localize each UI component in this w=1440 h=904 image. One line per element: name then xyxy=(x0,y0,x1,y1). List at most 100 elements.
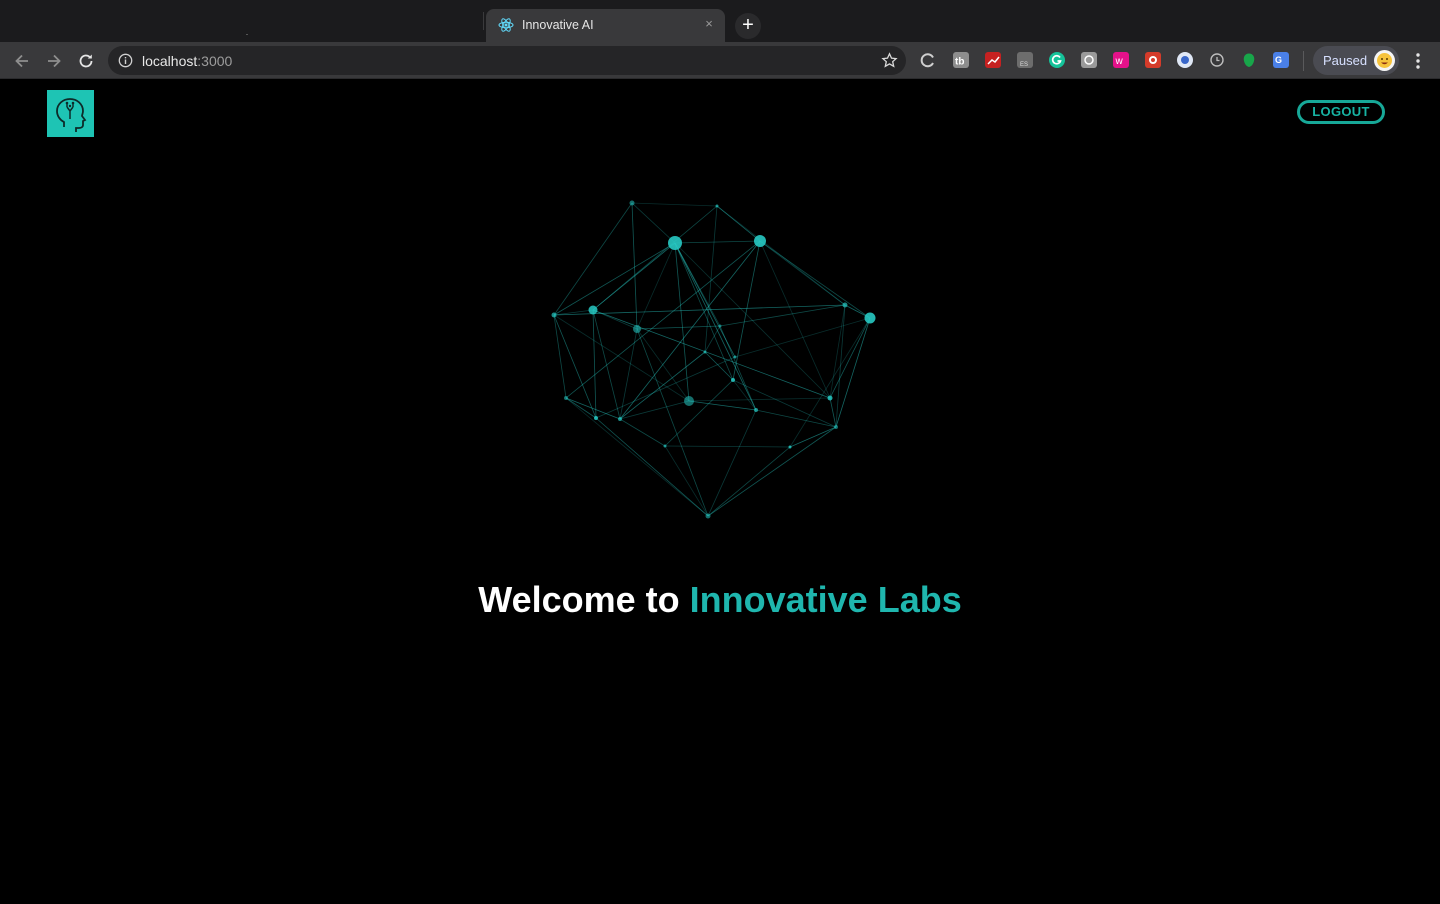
network-link xyxy=(619,351,706,420)
network-node xyxy=(827,395,833,401)
forward-arrow-icon[interactable] xyxy=(44,51,64,71)
welcome-brand: Innovative Labs xyxy=(689,579,962,620)
url-text[interactable]: localhost:3000 xyxy=(142,53,232,69)
network-link xyxy=(592,309,831,399)
network-node xyxy=(564,396,568,400)
network-link xyxy=(674,240,761,244)
network-link xyxy=(789,426,837,448)
page-content: LOGOUT Welcome to Innovative Labs xyxy=(0,79,1440,904)
url-host: localhost xyxy=(142,53,198,69)
network-link xyxy=(759,240,846,306)
network-node xyxy=(754,408,758,412)
network-link xyxy=(595,417,709,517)
network-link xyxy=(664,379,734,447)
box-icon[interactable] xyxy=(1081,52,1097,68)
reload-icon[interactable] xyxy=(76,51,96,71)
network-node xyxy=(754,235,766,247)
svg-text:tb: tb xyxy=(955,57,964,68)
network-link xyxy=(707,409,757,517)
network-link xyxy=(674,242,734,381)
red-chart-icon[interactable] xyxy=(985,52,1001,68)
info-icon[interactable] xyxy=(118,53,133,68)
network-node xyxy=(703,350,707,354)
network-link xyxy=(631,202,718,207)
network-link xyxy=(674,242,736,358)
pink-w-icon[interactable]: w xyxy=(1113,52,1129,68)
grammarly-icon[interactable] xyxy=(1049,52,1065,68)
network-node xyxy=(864,312,876,324)
network-link xyxy=(619,418,666,447)
network-link xyxy=(553,242,676,316)
welcome-prefix: Welcome to xyxy=(478,579,690,620)
network-link xyxy=(688,397,831,402)
tab-separator xyxy=(483,12,484,30)
network-node xyxy=(629,200,635,206)
network-link xyxy=(595,356,736,419)
circle-arrow-icon[interactable] xyxy=(920,52,936,68)
svg-text:ES: ES xyxy=(1020,62,1028,68)
logout-button[interactable]: LOGOUT xyxy=(1297,100,1385,124)
network-link xyxy=(829,397,837,428)
profile-button[interactable]: Paused xyxy=(1313,46,1399,75)
svg-text:w: w xyxy=(1115,56,1124,67)
network-link xyxy=(707,446,791,517)
network-link xyxy=(553,202,633,316)
network-link xyxy=(704,351,734,381)
green-leaf-icon[interactable] xyxy=(1241,52,1257,68)
address-bar[interactable]: localhost:3000 xyxy=(108,46,906,75)
network-link xyxy=(592,309,621,420)
network-link xyxy=(636,328,690,402)
network-link xyxy=(619,240,761,420)
network-link xyxy=(664,445,709,517)
blue-circle-icon[interactable] xyxy=(1177,52,1193,68)
welcome-heading: Welcome to Innovative Labs xyxy=(0,579,1440,621)
tab-title: Innovative AI xyxy=(522,18,594,32)
back-arrow-icon[interactable] xyxy=(12,51,32,71)
network-link xyxy=(732,379,837,428)
network-node xyxy=(668,236,682,250)
network-link xyxy=(636,242,676,330)
network-link xyxy=(631,202,676,244)
network-link xyxy=(755,409,837,428)
inactive-tab-area[interactable] xyxy=(246,34,248,35)
translate-icon[interactable]: G xyxy=(1273,52,1289,68)
network-node xyxy=(842,302,848,308)
app-logo[interactable] xyxy=(47,90,94,137)
network-link xyxy=(636,328,709,517)
network-node xyxy=(731,378,735,382)
emoji-avatar-icon xyxy=(1374,50,1395,71)
particle-network xyxy=(551,200,876,519)
network-node xyxy=(684,396,694,406)
network-node xyxy=(633,325,641,333)
menu-dots-icon[interactable] xyxy=(1412,51,1424,71)
svg-text:G: G xyxy=(1275,55,1282,65)
network-link xyxy=(732,379,757,411)
tb-icon[interactable]: tb xyxy=(953,52,969,68)
tab-close-icon[interactable]: × xyxy=(702,17,716,31)
react-atom-icon xyxy=(498,18,514,32)
network-link xyxy=(759,240,831,399)
ai-head-icon xyxy=(56,98,87,132)
network-link xyxy=(688,400,757,411)
browser-tabstrip: Innovative AI × + xyxy=(0,0,1440,42)
network-node xyxy=(733,355,737,359)
network-node xyxy=(551,312,557,318)
tab-innovative-ai[interactable]: Innovative AI × xyxy=(486,9,725,42)
network-node xyxy=(594,416,598,420)
network-node xyxy=(663,444,667,448)
network-link xyxy=(592,309,597,419)
network-link xyxy=(592,205,718,311)
clock-icon[interactable] xyxy=(1209,52,1225,68)
es-icon[interactable]: ES xyxy=(1017,52,1033,68)
network-link xyxy=(553,314,597,419)
browser-toolbar: localhost:3000 tb ES w G Paused xyxy=(0,42,1440,79)
network-link xyxy=(835,317,871,428)
network-node xyxy=(834,425,838,429)
network-link xyxy=(732,240,761,381)
red-plug-icon[interactable] xyxy=(1145,52,1161,68)
network-link xyxy=(719,304,846,327)
new-tab-button[interactable]: + xyxy=(735,13,761,39)
bookmark-star-icon[interactable] xyxy=(881,52,898,69)
network-link xyxy=(553,314,567,399)
network-link xyxy=(619,400,690,420)
